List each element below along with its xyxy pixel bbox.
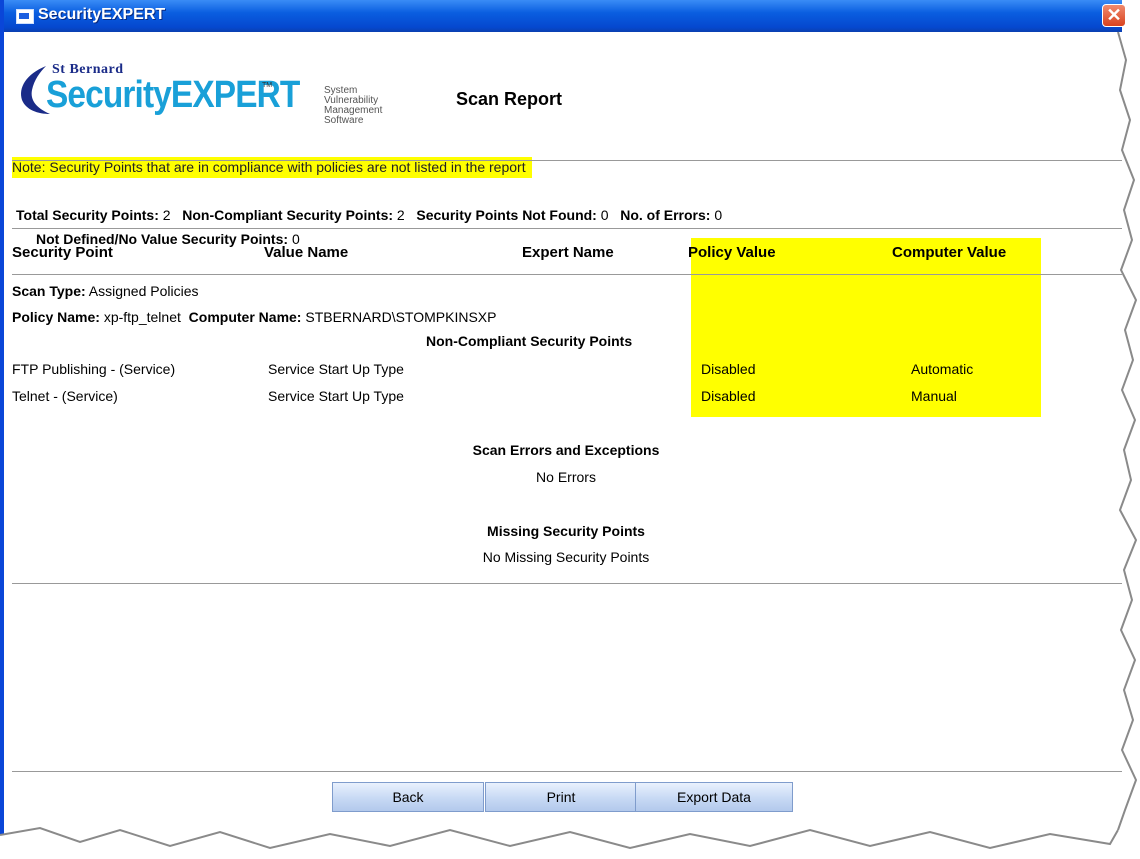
missing-text: No Missing Security Points [482, 549, 650, 565]
scan-summary: Total Security Points: 2 Non-Compliant S… [16, 207, 723, 247]
noncompliant-value: 2 [396, 207, 405, 223]
tagline-line: Software [324, 115, 364, 126]
logo-product: SecurityEXPERT [46, 74, 300, 116]
export-data-button[interactable]: Export Data [635, 782, 793, 812]
header-security-point: Security Point [12, 244, 113, 261]
close-icon: ✕ [1106, 5, 1122, 25]
missing-heading: Missing Security Points [487, 523, 645, 539]
total-value: 2 [162, 207, 171, 223]
computer-name-label: Computer Name: [188, 309, 302, 325]
row-policy-value: Disabled [701, 388, 756, 404]
scan-type: Scan Type: Assigned Policies [12, 283, 199, 299]
errors-label: No. of Errors: [620, 207, 711, 223]
total-label: Total Security Points: [16, 207, 159, 223]
header-policy-value: Policy Value [688, 244, 776, 261]
page-title: Scan Report [456, 89, 563, 109]
policy-name-label: Policy Name: [12, 309, 100, 325]
row-security-point: Telnet - (Service) [12, 388, 118, 404]
row-value-name: Service Start Up Type [268, 361, 404, 377]
noncompliant-label: Non-Compliant Security Points: [182, 207, 394, 223]
divider [12, 228, 1122, 229]
logo-tagline: System Vulnerability Management Software [324, 86, 382, 126]
errors-value: 0 [714, 207, 723, 223]
divider [12, 160, 1122, 161]
row-security-point: FTP Publishing - (Service) [12, 361, 176, 377]
divider [12, 274, 1122, 275]
footer-divider [12, 771, 1122, 772]
policy-name-value: xp-ftp_telnet [103, 309, 181, 325]
header-computer-value: Computer Value [892, 244, 1007, 261]
report-content: St Bernard SecurityEXPERT TM System Vuln… [4, 32, 1136, 859]
header-value-name: Value Name [264, 244, 349, 261]
header-expert-name: Expert Name [522, 244, 614, 261]
notfound-label: Security Points Not Found: [416, 207, 597, 223]
policy-computer-info: Policy Name: xp-ftp_telnet Computer Name… [12, 309, 496, 325]
row-computer-value: Manual [911, 388, 957, 404]
title-bar[interactable]: SecurityEXPERT ✕ [4, 0, 1126, 32]
app-icon [16, 9, 34, 24]
window-title: SecurityEXPERT [38, 6, 166, 23]
errors-heading: Scan Errors and Exceptions [472, 442, 660, 458]
divider [12, 583, 1122, 584]
print-button[interactable]: Print [485, 782, 637, 812]
back-button[interactable]: Back [332, 782, 484, 812]
logo-trademark: TM [262, 82, 273, 89]
errors-text: No Errors [536, 469, 596, 485]
scan-type-label: Scan Type: [12, 283, 86, 299]
row-value-name: Service Start Up Type [268, 388, 404, 404]
notfound-value: 0 [600, 207, 609, 223]
security-expert-logo: St Bernard SecurityEXPERT TM System Vuln… [12, 56, 382, 126]
scan-type-value: Assigned Policies [88, 283, 199, 299]
computer-name-value: STBERNARD\STOMPKINSXP [305, 309, 497, 325]
row-policy-value: Disabled [701, 361, 756, 377]
noncompliant-heading: Non-Compliant Security Points [426, 333, 633, 349]
row-computer-value: Automatic [911, 361, 974, 377]
close-button[interactable]: ✕ [1102, 4, 1126, 27]
